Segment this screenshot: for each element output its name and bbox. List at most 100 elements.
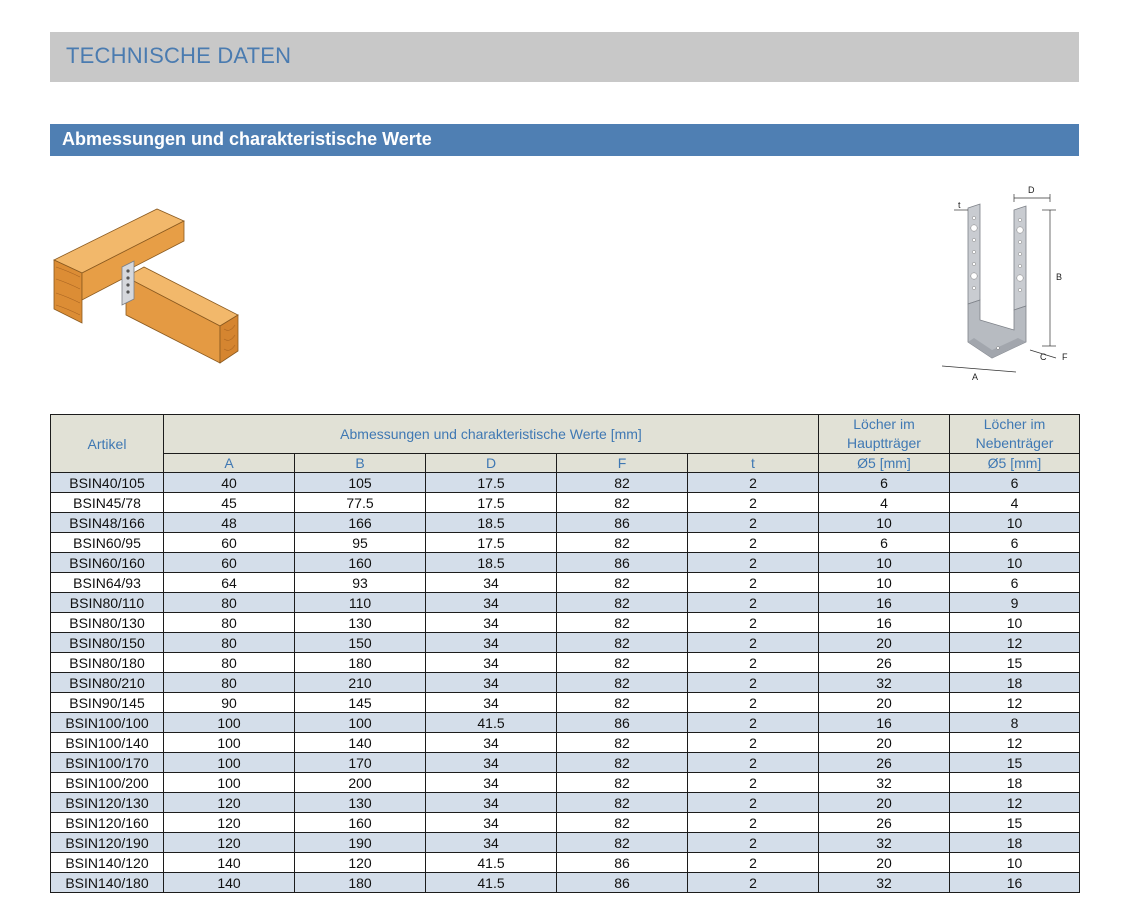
cell-t: 2 (687, 772, 819, 793)
table-row: BSIN100/100 100 100 41.5 86 2 16 8 (50, 712, 1080, 733)
cell-haupttraeger: 32 (818, 772, 950, 793)
cell-t: 2 (687, 592, 819, 613)
cell-f: 86 (556, 512, 688, 533)
cell-a: 48 (163, 512, 295, 533)
cell-b: 105 (294, 472, 426, 493)
cell-d: 34 (425, 752, 557, 773)
cell-b: 190 (294, 832, 426, 853)
table-row: BSIN140/180 140 180 41.5 86 2 32 16 (50, 872, 1080, 893)
cell-f: 82 (556, 672, 688, 693)
cell-t: 2 (687, 652, 819, 673)
cell-b: 145 (294, 692, 426, 713)
cell-t: 2 (687, 872, 819, 893)
cell-t: 2 (687, 552, 819, 573)
dim-label-t: t (958, 200, 961, 210)
table-row: BSIN60/95 60 95 17.5 82 2 6 6 (50, 532, 1080, 553)
cell-f: 82 (556, 752, 688, 773)
cell-haupttraeger: 6 (818, 532, 950, 553)
cell-f: 82 (556, 792, 688, 813)
cell-nebentraeger: 6 (949, 572, 1080, 593)
cell-artikel: BSIN100/200 (50, 772, 164, 793)
cell-artikel: BSIN140/120 (50, 852, 164, 873)
cell-nebentraeger: 12 (949, 792, 1080, 813)
cell-d: 34 (425, 572, 557, 593)
cell-nebentraeger: 4 (949, 492, 1080, 513)
cell-haupttraeger: 10 (818, 572, 950, 593)
cell-a: 80 (163, 672, 295, 693)
cell-f: 82 (556, 772, 688, 793)
cell-d: 34 (425, 792, 557, 813)
cell-haupttraeger: 16 (818, 592, 950, 613)
cell-b: 170 (294, 752, 426, 773)
cell-nebentraeger: 16 (949, 872, 1080, 893)
cell-b: 200 (294, 772, 426, 793)
cell-b: 130 (294, 612, 426, 633)
cell-f: 86 (556, 712, 688, 733)
cell-d: 34 (425, 592, 557, 613)
table-row: BSIN64/93 64 93 34 82 2 10 6 (50, 572, 1080, 593)
cell-artikel: BSIN80/110 (50, 592, 164, 613)
cell-artikel: BSIN100/170 (50, 752, 164, 773)
table-row: BSIN80/210 80 210 34 82 2 32 18 (50, 672, 1080, 693)
cell-artikel: BSIN60/160 (50, 552, 164, 573)
table-row: BSIN100/140 100 140 34 82 2 20 12 (50, 732, 1080, 753)
cell-a: 100 (163, 772, 295, 793)
cell-a: 140 (163, 872, 295, 893)
cell-a: 100 (163, 712, 295, 733)
cell-haupttraeger: 20 (818, 692, 950, 713)
cell-t: 2 (687, 572, 819, 593)
cell-haupttraeger: 20 (818, 852, 950, 873)
cell-haupttraeger: 20 (818, 632, 950, 653)
cell-f: 86 (556, 552, 688, 573)
cell-f: 82 (556, 832, 688, 853)
table-row: BSIN90/145 90 145 34 82 2 20 12 (50, 692, 1080, 713)
table-row: BSIN45/78 45 77.5 17.5 82 2 4 4 (50, 492, 1080, 513)
cell-haupttraeger: 32 (818, 872, 950, 893)
column-group-header-dimensions: Abmessungen und charakteristische Werte … (163, 414, 819, 454)
cell-b: 77.5 (294, 492, 426, 513)
cell-t: 2 (687, 792, 819, 813)
column-header-haupt-unit: Ø5 [mm] (818, 453, 950, 473)
dim-label-c: C (1040, 352, 1047, 362)
cell-b: 180 (294, 872, 426, 893)
table-row: BSIN60/160 60 160 18.5 86 2 10 10 (50, 552, 1080, 573)
cell-d: 18.5 (425, 552, 557, 573)
cell-haupttraeger: 10 (818, 512, 950, 533)
cell-haupttraeger: 26 (818, 752, 950, 773)
cell-d: 34 (425, 612, 557, 633)
cell-f: 86 (556, 872, 688, 893)
cell-nebentraeger: 6 (949, 532, 1080, 553)
hanger-dimension-diagram: D B t A C F (941, 185, 1068, 382)
dim-label-b: B (1056, 272, 1062, 282)
cell-d: 41.5 (425, 712, 557, 733)
cell-d: 41.5 (425, 872, 557, 893)
cell-nebentraeger: 18 (949, 832, 1080, 853)
cell-nebentraeger: 10 (949, 512, 1080, 533)
cell-a: 80 (163, 632, 295, 653)
cell-t: 2 (687, 632, 819, 653)
table-body: BSIN40/105 40 105 17.5 82 2 6 6 BSIN45/78 45 77.5 1… (50, 472, 1080, 893)
cell-a: 120 (163, 832, 295, 853)
cell-b: 140 (294, 732, 426, 753)
column-header-b: B (294, 453, 426, 473)
cell-artikel: BSIN40/105 (50, 472, 164, 493)
cell-artikel: BSIN60/95 (50, 532, 164, 553)
column-header-haupttraeger: Löcher im Hauptträger (818, 414, 950, 454)
cell-t: 2 (687, 532, 819, 553)
cell-nebentraeger: 8 (949, 712, 1080, 733)
page-title: TECHNISCHE DATEN (66, 43, 292, 68)
cell-haupttraeger: 20 (818, 732, 950, 753)
table-row: BSIN120/160 120 160 34 82 2 26 15 (50, 812, 1080, 833)
cell-a: 80 (163, 652, 295, 673)
dim-label-f: F (1062, 352, 1068, 362)
cell-artikel: BSIN48/166 (50, 512, 164, 533)
cell-nebentraeger: 12 (949, 692, 1080, 713)
cell-d: 34 (425, 772, 557, 793)
cell-artikel: BSIN64/93 (50, 572, 164, 593)
cell-a: 90 (163, 692, 295, 713)
cell-haupttraeger: 4 (818, 492, 950, 513)
cell-f: 82 (556, 692, 688, 713)
cell-f: 82 (556, 812, 688, 833)
cell-nebentraeger: 12 (949, 632, 1080, 653)
section-header-bar: Abmessungen und charakteristische Werte (50, 124, 1079, 156)
